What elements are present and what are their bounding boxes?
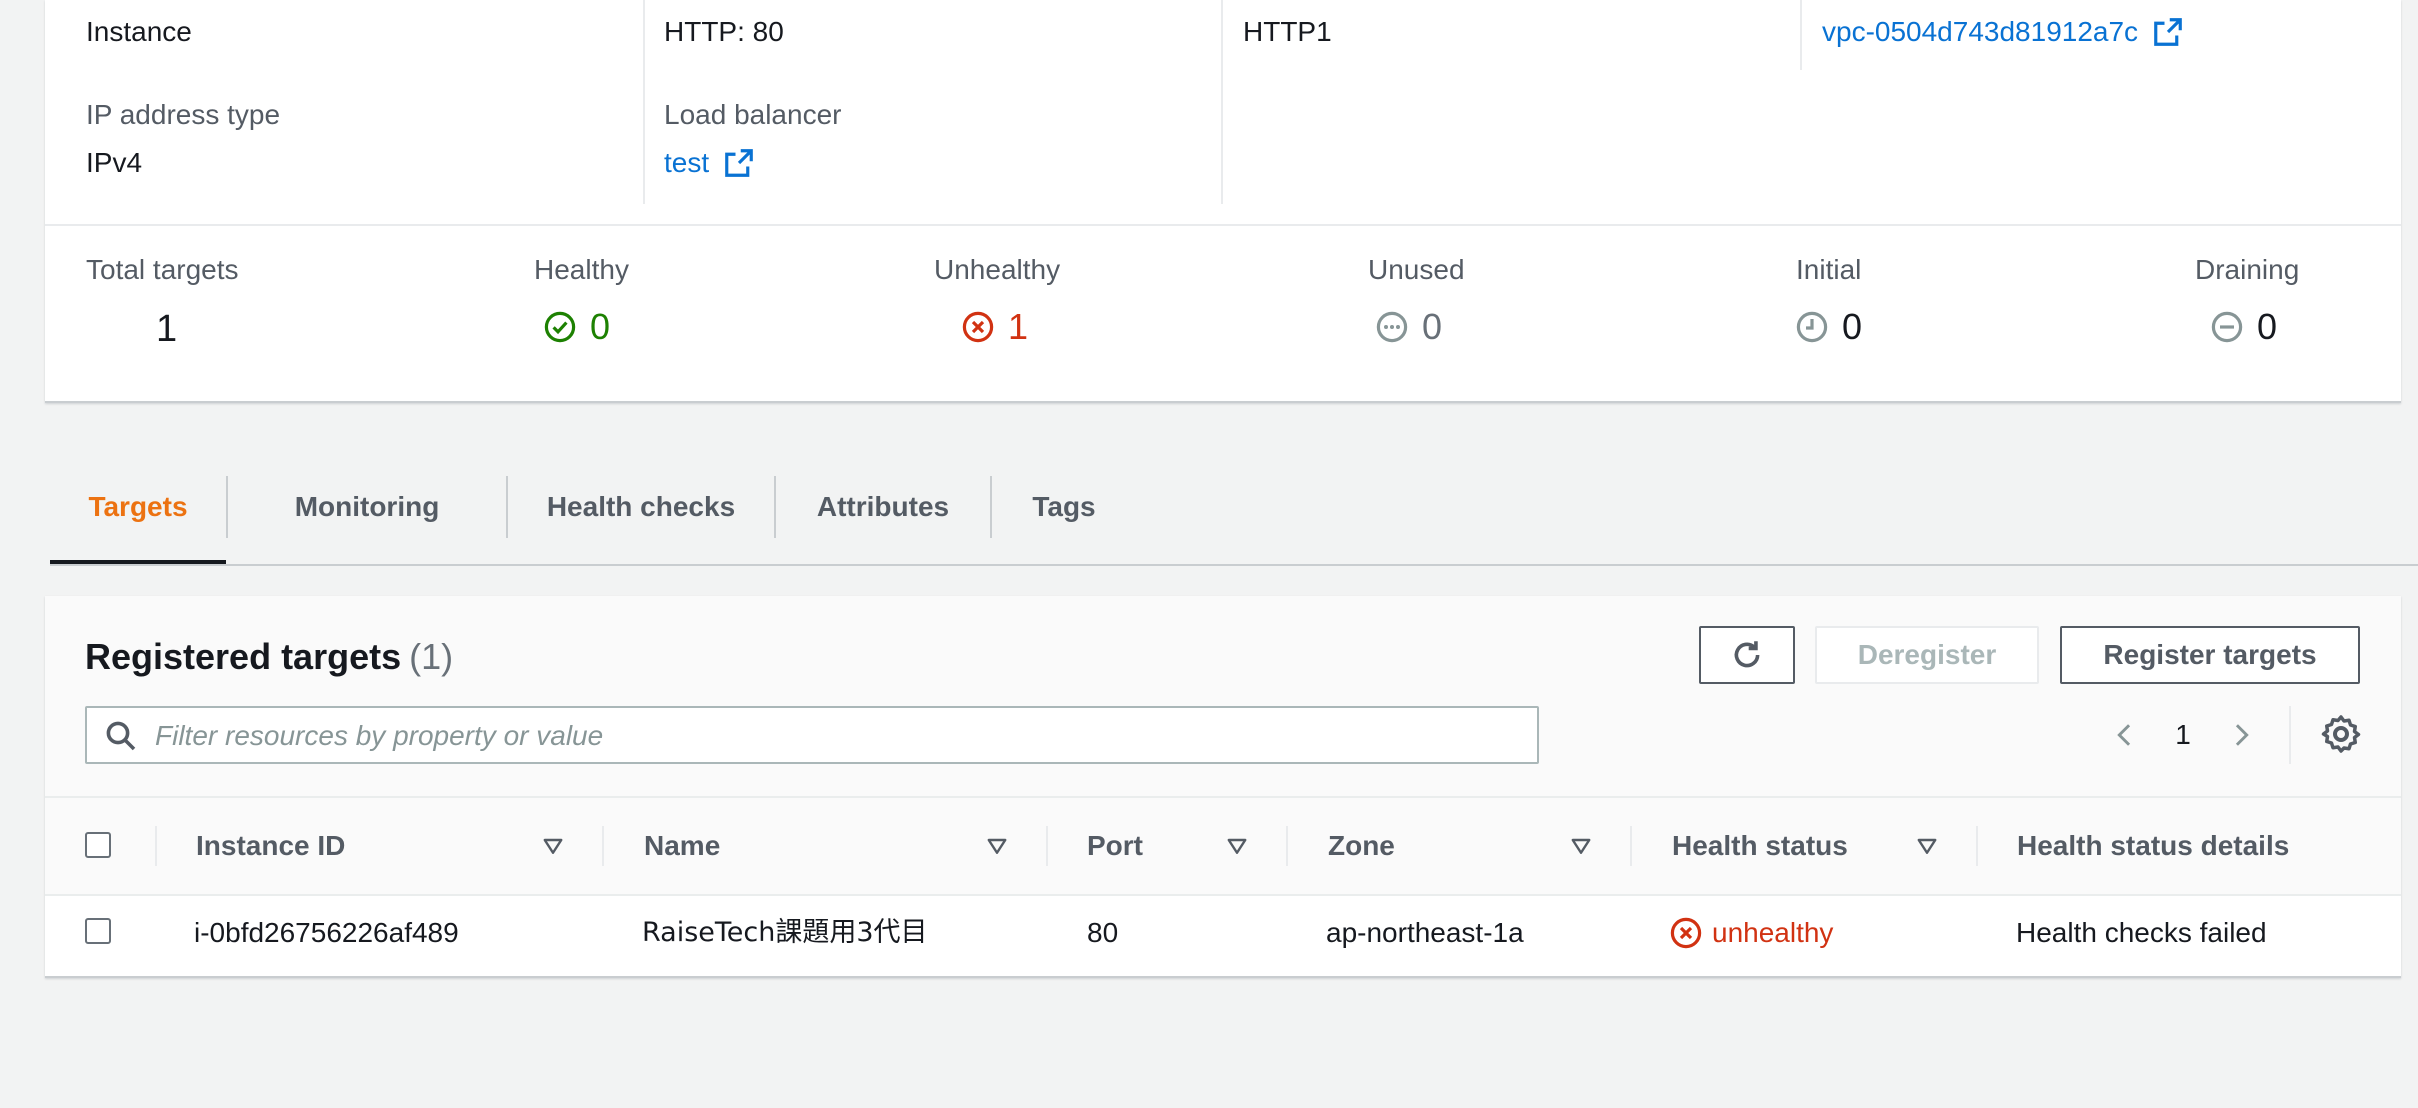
- minus-circle-icon: [2211, 311, 2243, 343]
- column-header-zone[interactable]: Zone: [1328, 798, 1395, 894]
- sort-icon[interactable]: [1225, 834, 1249, 858]
- registered-targets-heading: Registered targets (1): [85, 636, 453, 678]
- column-divider: [1046, 826, 1048, 866]
- row-select-checkbox[interactable]: [85, 918, 111, 944]
- tab-bar: Targets Monitoring Health checks Attribu…: [50, 472, 2418, 566]
- tab-health-checks[interactable]: Health checks: [508, 472, 774, 562]
- table-row[interactable]: i-0bfd26756226af489 RaiseTech課題用3代目 80 a…: [45, 892, 2401, 974]
- load-balancer-label: Load balancer: [664, 99, 842, 130]
- stat-label: Unused: [1368, 254, 1465, 285]
- stat-unused: Unused 0: [1368, 254, 1465, 348]
- column-header-health-status[interactable]: Health status: [1672, 798, 1848, 894]
- external-link-icon: [2154, 18, 2182, 46]
- column-header-health-status-details: Health status details: [2017, 830, 2290, 861]
- column-header-port[interactable]: Port: [1087, 798, 1143, 894]
- registered-targets-header: Registered targets (1) Deregister Registe…: [45, 596, 2401, 796]
- column-divider: [155, 826, 157, 866]
- chevron-left-icon: [2117, 724, 2131, 746]
- previous-page-button[interactable]: [2105, 715, 2145, 755]
- tab-targets[interactable]: Targets: [50, 472, 226, 564]
- stat-value: 0: [1422, 306, 1443, 347]
- gear-icon[interactable]: [2321, 714, 2361, 754]
- pagination: 1: [2105, 706, 2261, 764]
- check-circle-icon: [544, 311, 576, 343]
- filter-search-box: [85, 706, 1539, 764]
- sort-icon[interactable]: [1569, 834, 1593, 858]
- tab-tags[interactable]: Tags: [992, 472, 1136, 562]
- health-status-cell: unhealthy: [1670, 892, 1833, 974]
- clock-icon: [1796, 311, 1828, 343]
- stat-total-targets: Total targets 1: [86, 254, 239, 351]
- stat-value: 1: [156, 308, 178, 350]
- stat-healthy: Healthy 0: [534, 254, 629, 348]
- tab-attributes[interactable]: Attributes: [776, 472, 990, 562]
- sort-icon[interactable]: [985, 834, 1009, 858]
- vpc-link[interactable]: vpc-0504d743d81912a7c: [1822, 16, 2182, 47]
- ip-address-type-value: IPv4: [86, 147, 143, 178]
- target-group-details-panel: Instance IP address type IPv4 HTTP: 80 L…: [45, 0, 2401, 403]
- stat-label: Initial: [1796, 254, 1862, 285]
- register-targets-button[interactable]: Register targets: [2060, 626, 2360, 684]
- protocol-port-value: HTTP: 80: [664, 16, 784, 47]
- error-circle-icon: [1670, 917, 1702, 949]
- stat-initial: Initial 0: [1796, 254, 1862, 348]
- stat-label: Total targets: [86, 254, 239, 285]
- stat-unhealthy: Unhealthy 1: [934, 254, 1060, 348]
- pagination-divider: [2289, 706, 2291, 764]
- instance-zone: ap-northeast-1a: [1326, 917, 1524, 948]
- load-balancer-link[interactable]: test: [664, 147, 753, 178]
- filter-search-input[interactable]: [153, 714, 1517, 758]
- stat-label: Unhealthy: [934, 254, 1061, 285]
- select-all-checkbox[interactable]: [85, 832, 111, 858]
- column-divider: [1221, 0, 1223, 204]
- ellipsis-circle-icon: [1376, 311, 1408, 343]
- ip-address-type-label: IP address type: [86, 99, 281, 130]
- external-link-icon: [725, 149, 753, 177]
- stat-draining: Draining 0: [2195, 254, 2299, 348]
- column-divider: [643, 0, 645, 204]
- chevron-right-icon: [2235, 724, 2249, 746]
- tab-monitoring[interactable]: Monitoring: [228, 472, 506, 562]
- targets-table-header: Instance ID Name Port Zone Health status…: [45, 796, 2401, 896]
- registered-targets-count: (1): [409, 636, 454, 677]
- stat-value: 0: [2257, 306, 2278, 347]
- instance-id-link[interactable]: i-0bfd26756226af489: [194, 892, 459, 974]
- instance-port: 80: [1087, 917, 1119, 948]
- column-header-instance-id[interactable]: Instance ID: [196, 798, 345, 894]
- error-circle-icon: [962, 311, 994, 343]
- column-divider: [1286, 826, 1288, 866]
- instance-name: RaiseTech課題用3代目: [642, 917, 928, 948]
- current-page-number[interactable]: 1: [2145, 719, 2221, 751]
- refresh-icon: [1734, 641, 1760, 668]
- load-balancer-name: test: [664, 147, 710, 178]
- registered-targets-title: Registered targets: [85, 636, 402, 677]
- stat-value: 1: [1008, 306, 1029, 347]
- protocol-version-value: HTTP1: [1243, 16, 1332, 47]
- stat-label: Draining: [2195, 254, 2300, 285]
- sort-icon[interactable]: [1915, 834, 1939, 858]
- deregister-button[interactable]: Deregister: [1815, 626, 2039, 684]
- refresh-button[interactable]: [1699, 626, 1795, 684]
- section-divider: [45, 224, 2401, 226]
- column-divider: [602, 826, 604, 866]
- stat-label: Healthy: [534, 254, 629, 285]
- sort-icon[interactable]: [541, 834, 565, 858]
- registered-targets-container: Registered targets (1) Deregister Registe…: [45, 596, 2401, 978]
- stat-value: 0: [590, 306, 611, 347]
- health-status-details-value: Health checks failed: [2016, 917, 2267, 948]
- health-status-value: unhealthy: [1712, 917, 1834, 948]
- column-divider: [1800, 0, 1802, 70]
- vpc-id: vpc-0504d743d81912a7c: [1822, 16, 2139, 47]
- target-type-value: Instance: [86, 16, 192, 47]
- column-divider: [1630, 826, 1632, 866]
- stat-value: 0: [1842, 306, 1863, 347]
- next-page-button[interactable]: [2221, 715, 2261, 755]
- column-header-name[interactable]: Name: [644, 798, 720, 894]
- column-divider: [1976, 826, 1978, 866]
- search-icon: [106, 721, 136, 751]
